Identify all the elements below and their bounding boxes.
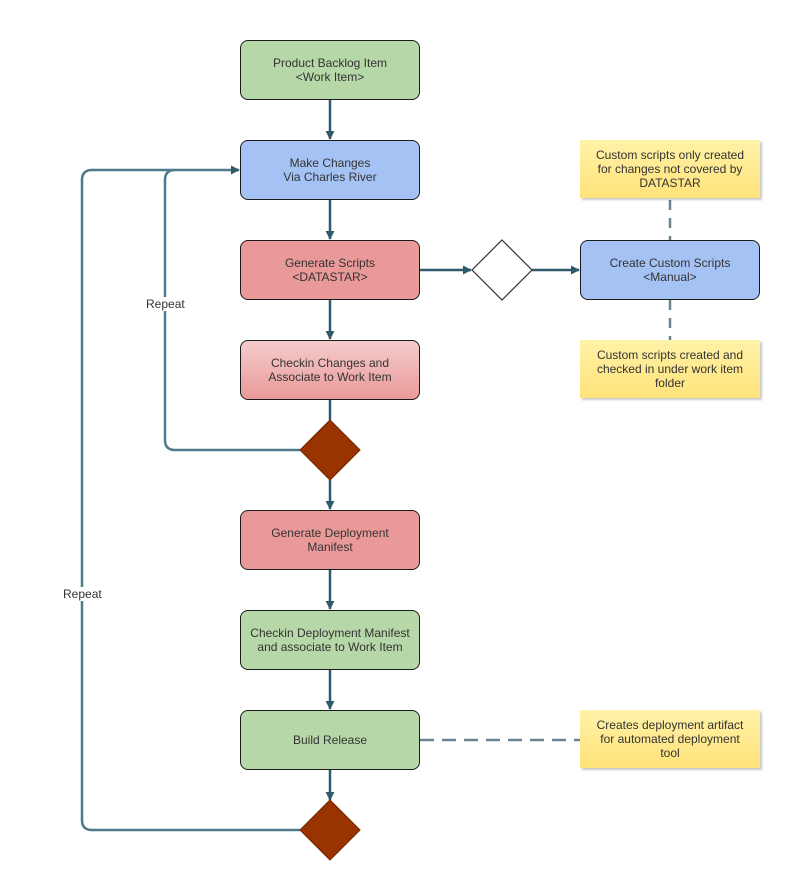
note-deployment-artifact[interactable]: Creates deployment artifact for automate…	[580, 710, 760, 768]
node-checkin-changes[interactable]: Checkin Changes and Associate to Work It…	[240, 340, 420, 400]
node-build-release[interactable]: Build Release	[240, 710, 420, 770]
node-generate-deployment-manifest[interactable]: Generate Deployment Manifest	[240, 510, 420, 570]
node-make-changes[interactable]: Make Changes Via Charles River	[240, 140, 420, 200]
note-custom-scripts-only[interactable]: Custom scripts only created for changes …	[580, 140, 760, 198]
repeat-decision-diamond-2	[299, 799, 361, 861]
node-create-custom-scripts[interactable]: Create Custom Scripts <Manual>	[580, 240, 760, 300]
outer-repeat-label: Repeat	[62, 587, 103, 601]
repeat-decision-diamond-1	[299, 419, 361, 481]
node-checkin-deployment-manifest[interactable]: Checkin Deployment Manifest and associat…	[240, 610, 420, 670]
node-generate-scripts[interactable]: Generate Scripts <DATASTAR>	[240, 240, 420, 300]
note-custom-scripts-checked-in[interactable]: Custom scripts created and checked in un…	[580, 340, 760, 398]
inner-repeat-label: Repeat	[145, 297, 186, 311]
node-product-backlog-item[interactable]: Product Backlog Item <Work Item>	[240, 40, 420, 100]
script-type-gateway	[471, 239, 533, 301]
